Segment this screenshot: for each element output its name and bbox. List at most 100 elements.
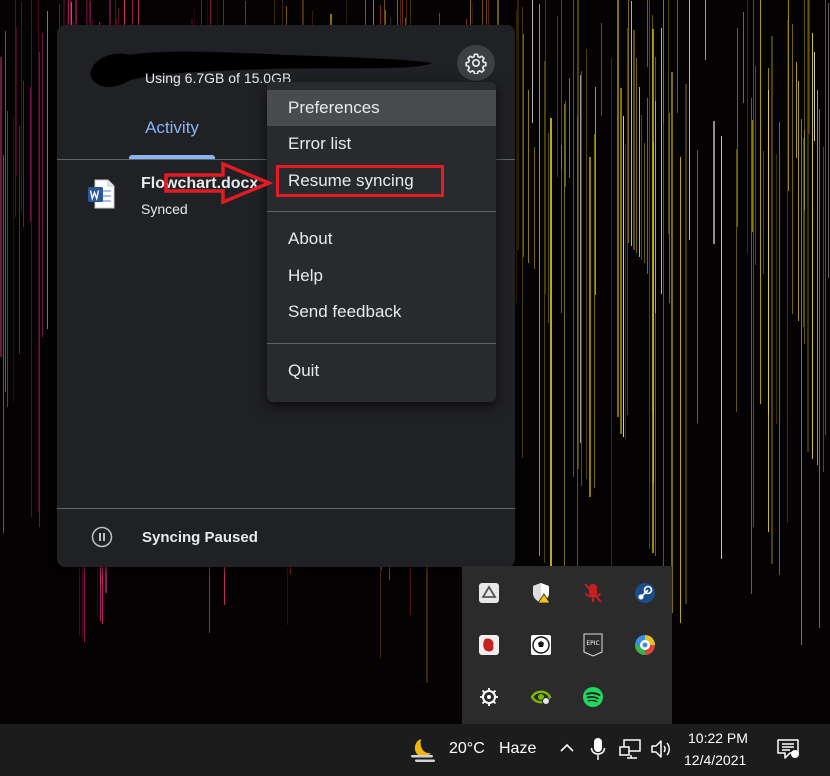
wallpaper-streak — [548, 133, 549, 323]
wallpaper-streak — [623, 116, 624, 437]
wallpaper-streak — [595, 87, 596, 295]
wallpaper-streak — [30, 87, 31, 222]
weather-temperature[interactable]: 20°C — [449, 740, 485, 758]
windows-security-icon[interactable] — [528, 580, 554, 606]
wallpaper-streak — [680, 157, 681, 623]
wallpaper-streak — [561, 0, 562, 169]
menu-item-error-list[interactable]: Error list — [267, 126, 496, 162]
wallpaper-streak — [661, 28, 662, 294]
steelseries-icon[interactable] — [476, 684, 502, 710]
gear-icon — [465, 53, 487, 74]
wallpaper-streak — [539, 4, 540, 556]
weather-condition[interactable]: Haze — [499, 740, 536, 758]
wallpaper-streak — [625, 144, 626, 439]
volume-icon[interactable] — [650, 738, 674, 760]
svg-text:EPIC: EPIC — [586, 640, 599, 647]
menu-item-help[interactable]: Help — [267, 258, 496, 294]
pause-icon[interactable] — [91, 526, 113, 548]
menu-divider — [267, 211, 496, 212]
word-document-icon — [88, 179, 115, 209]
wallpaper-streak — [812, 33, 813, 459]
wallpaper-streak — [580, 75, 581, 443]
wallpaper-streak — [639, 87, 640, 257]
mic-muted-icon[interactable] — [580, 580, 606, 606]
microphone-icon[interactable] — [590, 737, 606, 761]
tab-activity[interactable]: Activity — [129, 115, 215, 159]
wallpaper-streak — [808, 0, 810, 134]
settings-menu: Preferences Error list Resume syncing Ab… — [267, 82, 496, 402]
wallpaper-streak — [550, 118, 552, 570]
wallpaper-streak — [669, 113, 670, 303]
wallpaper-streak — [523, 34, 524, 257]
wallpaper-streak — [823, 147, 824, 472]
wallpaper-streak — [589, 157, 591, 497]
wallpaper-streak — [788, 0, 789, 191]
wallpaper-streak — [565, 101, 566, 187]
bloody-mouse-icon[interactable] — [476, 632, 502, 658]
wallpaper-streak — [697, 150, 698, 423]
chevron-up-icon[interactable] — [558, 739, 576, 757]
google-drive-icon[interactable] — [476, 580, 502, 606]
epic-games-icon[interactable]: EPIC — [580, 632, 606, 658]
menu-item-quit[interactable]: Quit — [267, 353, 496, 389]
wallpaper-streak — [819, 109, 820, 628]
wallpaper-streak — [685, 84, 687, 604]
wallpaper-streak — [636, 58, 637, 253]
menu-item-about[interactable]: About — [267, 221, 496, 257]
clock-date[interactable]: 12/4/2021 — [684, 752, 746, 768]
wallpaper-streak — [736, 149, 737, 412]
wallpaper-streak — [801, 119, 802, 645]
wallpaper-streak — [577, 116, 578, 613]
wallpaper-streak — [633, 30, 635, 250]
wallpaper-streak — [31, 0, 32, 517]
menu-item-preferences[interactable]: Preferences — [267, 90, 496, 126]
wallpaper-streak — [532, 0, 533, 123]
wallpaper-streak — [649, 0, 650, 549]
annotation-arrow-icon — [164, 161, 274, 205]
soccer-ball-icon[interactable] — [528, 632, 554, 658]
spotify-icon[interactable] — [580, 684, 606, 710]
wallpaper-streak — [814, 52, 815, 141]
wallpaper-streak — [628, 0, 629, 243]
wallpaper-streak — [594, 134, 595, 488]
steam-icon[interactable] — [632, 580, 658, 606]
wallpaper-streak — [721, 136, 722, 559]
weather-icon[interactable] — [407, 735, 439, 765]
ubisoft-icon[interactable] — [632, 632, 658, 658]
wallpaper-streak — [19, 126, 20, 354]
sync-status-text: Syncing Paused — [142, 529, 258, 546]
wallpaper-streak — [747, 0, 748, 254]
wallpaper-streak — [569, 78, 570, 178]
wallpaper-streak — [42, 33, 43, 337]
clock-time[interactable]: 10:22 PM — [688, 730, 748, 746]
annotation-highlight-box — [276, 165, 444, 197]
nvidia-icon[interactable] — [528, 684, 554, 710]
wallpaper-streak — [516, 10, 517, 303]
wallpaper-streak — [798, 81, 799, 321]
wallpaper-streak — [581, 71, 582, 486]
taskbar: 20°C Haze 10:22 PM 12/4/2021 — [0, 724, 830, 776]
wallpaper-streak — [779, 122, 780, 575]
wallpaper-streak — [39, 52, 40, 527]
wallpaper-streak — [0, 57, 2, 357]
tray-overflow-panel: EPIC — [462, 566, 672, 724]
wallpaper-streak — [7, 111, 8, 407]
wallpaper-streak — [573, 0, 574, 477]
wallpaper-streak — [647, 98, 648, 274]
wallpaper-streak — [663, 69, 664, 575]
wallpaper-streak — [16, 27, 17, 176]
wallpaper-streak — [47, 11, 48, 329]
wallpaper-streak — [652, 29, 654, 553]
wallpaper-streak — [13, 117, 14, 402]
notification-icon[interactable] — [776, 738, 800, 760]
wallpaper-streak — [564, 104, 565, 623]
network-icon[interactable] — [619, 738, 643, 760]
wallpaper-streak — [21, 2, 22, 212]
settings-button[interactable] — [457, 45, 495, 81]
wallpaper-streak — [641, 115, 642, 260]
menu-item-send-feedback[interactable]: Send feedback — [267, 294, 496, 330]
wallpaper-streak — [561, 145, 562, 313]
wallpaper-streak — [668, 0, 669, 234]
wallpaper-streak — [751, 98, 752, 594]
wallpaper-streak — [517, 0, 519, 250]
